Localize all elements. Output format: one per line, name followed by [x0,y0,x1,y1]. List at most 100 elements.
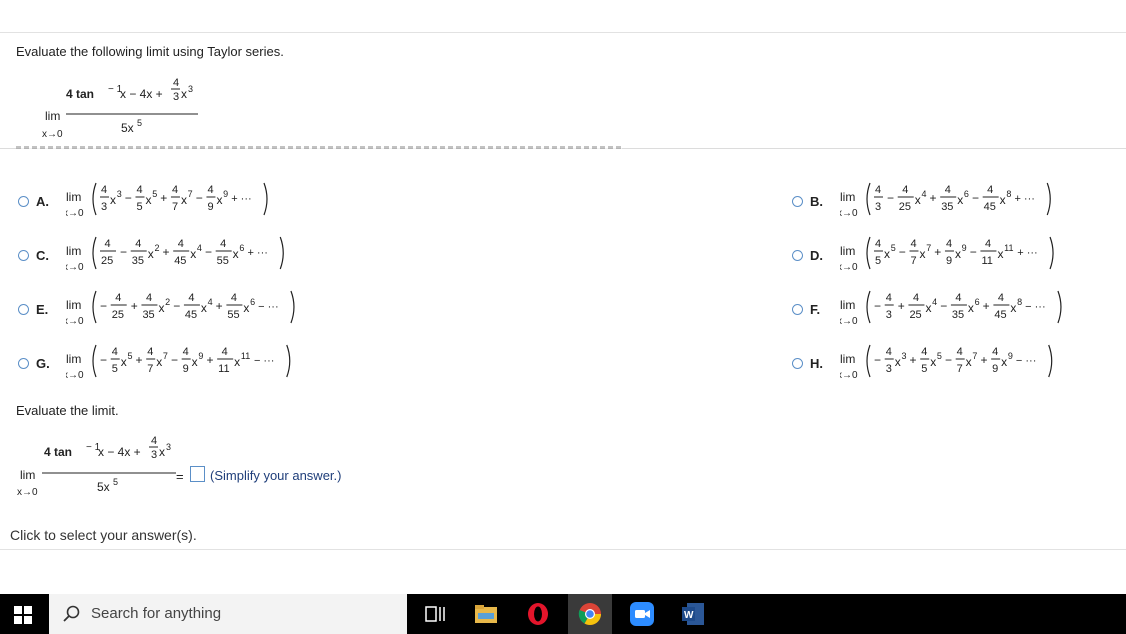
term-denominator: 35 [142,309,154,321]
term-numerator: 4 [886,292,892,304]
radio-button[interactable] [792,304,803,315]
svg-text:x: x [159,445,165,459]
term-exponent: 4 [208,297,213,307]
denominator: 5x [121,121,134,135]
chrome-icon[interactable] [578,602,602,626]
term-variable: x [110,193,116,207]
term-denominator: 35 [941,201,953,213]
term-sign: + [983,299,990,313]
term-numerator: 4 [105,238,111,250]
answer-option-f[interactable]: F.limx→0−43+425x4−435x6+445x8− ··· [792,290,1092,337]
term-exponent: 3 [117,189,122,199]
term-numerator: 4 [220,238,226,250]
term-denominator: 55 [217,255,229,267]
radio-button[interactable] [792,250,803,261]
term-exponent: 2 [165,297,170,307]
term-exponent: 9 [1008,351,1013,361]
term-numerator: 4 [231,292,237,304]
term-sign: − [120,245,127,259]
option-letter: H. [810,356,823,371]
term-variable: x [919,247,925,261]
term-sign: − [196,191,203,205]
option-letter: F. [810,302,821,317]
term-denominator: 45 [984,201,996,213]
svg-text:x − 4x +: x − 4x + [98,445,141,459]
answer-option-a[interactable]: A.limx→043x3−45x5+47x7−49x9+ ··· [18,182,318,229]
answer-option-b[interactable]: B.limx→043−425x4+435x6−445x8+ ··· [792,182,1092,229]
series-tail: − ··· [1016,355,1036,367]
term-numerator: 4 [136,184,142,196]
term-numerator: 4 [207,184,213,196]
term-variable: x [190,247,196,261]
term-denominator: 45 [185,309,197,321]
left-paren [866,236,871,270]
term-variable: x [216,193,222,207]
term-numerator: 4 [222,346,228,358]
right-paren [1046,182,1051,216]
term-numerator: 4 [987,184,993,196]
radio-button[interactable] [18,358,29,369]
taskbar-search[interactable]: Search for anything [49,594,407,634]
answer-input[interactable] [190,466,205,482]
radio-button[interactable] [18,304,29,315]
right-paren [290,290,295,324]
denominator-exp: 5 [137,118,142,128]
term-denominator: 25 [112,309,124,321]
term-variable: x [156,355,162,369]
lim-word: lim [66,244,81,258]
term-denominator: 7 [172,201,178,213]
term-variable: x [966,355,972,369]
term-numerator: 4 [945,184,951,196]
left-paren [92,290,97,324]
answer-option-g[interactable]: G.limx→0−45x5+47x7−49x9+411x11− ··· [18,344,318,391]
term-denominator: 7 [957,363,963,375]
answer-option-d[interactable]: D.limx→045x5−47x7+49x9−411x11+ ··· [792,236,1092,283]
term-numerator: 4 [112,346,118,358]
radio-button[interactable] [792,196,803,207]
term-variable: x [925,301,931,315]
term-exponent: 11 [1004,243,1013,253]
term-denominator: 35 [132,255,144,267]
clipped-text-line [16,146,622,149]
term-variable: x [1000,193,1006,207]
series-tail: + ··· [1017,247,1037,259]
lim-sub: x→0 [840,262,858,273]
term-denominator: 3 [886,309,892,321]
lim-sub: x→0 [840,316,858,327]
question-prompt: Evaluate the following limit using Taylo… [16,44,284,59]
zoom-icon[interactable] [630,602,654,626]
file-explorer-icon[interactable] [474,602,498,626]
question-limit: 4 tan − 1 x − 4x + 4 3 x 3 5x 5 lim x→0 [40,76,210,140]
answer-option-h[interactable]: H.limx→0−43x3+45x5−47x7+49x9− ··· [792,344,1092,391]
word-icon[interactable]: W [681,602,705,626]
term-numerator: 4 [875,238,881,250]
svg-text:5x: 5x [97,480,110,494]
radio-button[interactable] [18,250,29,261]
term-numerator: 4 [955,292,961,304]
right-paren [263,182,268,216]
search-icon [63,605,81,628]
term-exponent: 11 [241,351,250,361]
term-numerator: 4 [178,238,184,250]
option-letter: C. [36,248,49,263]
term-denominator: 3 [886,363,892,375]
windows-start-icon[interactable] [14,606,32,624]
option-letter: A. [36,194,49,209]
answer-option-e[interactable]: E.limx→0−425+435x2−445x4+455x6− ··· [18,290,318,337]
term-exponent: 7 [163,351,168,361]
right-paren [1057,290,1062,324]
option-expression: limx→0−425+435x2−445x4+455x6− ··· [66,290,295,327]
radio-button[interactable] [18,196,29,207]
term-exponent: 5 [937,351,942,361]
left-paren [92,236,97,270]
task-view-icon[interactable] [423,602,447,626]
lim-sub: x→0 [66,262,84,273]
radio-button[interactable] [792,358,803,369]
answer-option-c[interactable]: C.limx→0425−435x2+445x4−455x6+ ··· [18,236,318,283]
svg-text:5: 5 [113,477,118,487]
term-exponent: 2 [154,243,159,253]
lim-word: lim [840,298,855,312]
term-exponent: 4 [921,189,926,199]
lim-sub: x→0 [840,370,858,381]
opera-icon[interactable] [526,602,550,626]
